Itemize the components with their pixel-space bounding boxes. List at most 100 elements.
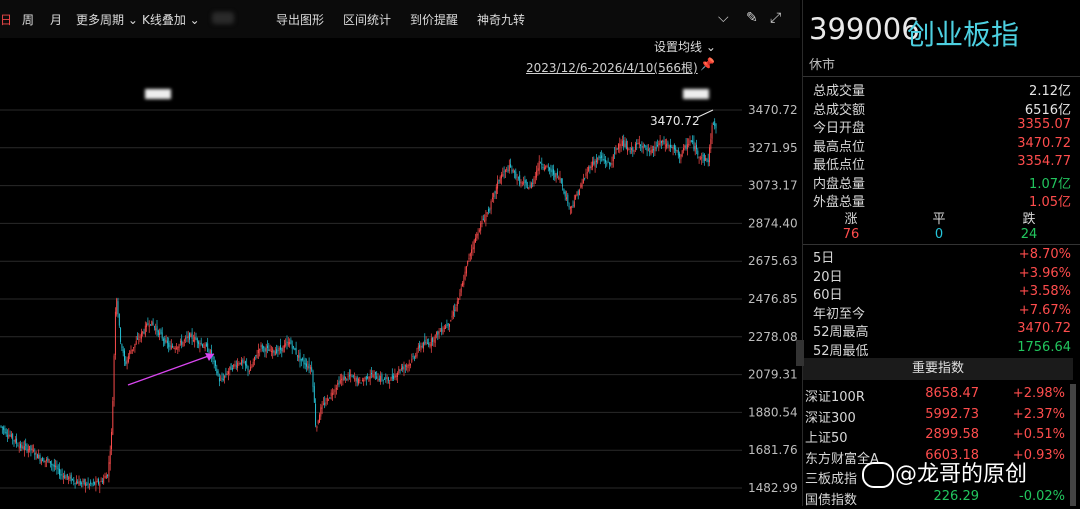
candle-body	[451, 315, 453, 318]
candle-body	[69, 476, 71, 479]
candle-body	[620, 144, 622, 146]
candle-body	[251, 365, 253, 368]
candle-body	[426, 342, 428, 344]
candle-body	[529, 185, 531, 187]
performance-value: +7.67%	[1018, 302, 1071, 318]
candle-body	[710, 139, 712, 150]
candle-body	[480, 223, 482, 231]
candle-body	[183, 339, 185, 342]
candle-body	[207, 343, 209, 352]
candle-body	[651, 149, 653, 153]
index-row[interactable]: 上证50 2899.58 +0.51%	[805, 427, 1071, 447]
candle-body	[196, 338, 198, 343]
candle-body	[208, 352, 210, 354]
candle-body	[623, 140, 625, 147]
indices-scrollbar[interactable]	[1070, 384, 1076, 506]
candle-body	[701, 157, 703, 159]
candle-body	[672, 146, 674, 150]
performance-label: 20日	[813, 269, 843, 285]
candle-body	[686, 144, 688, 149]
candle-body	[230, 363, 232, 370]
candle-body	[322, 403, 324, 405]
candle-body	[683, 147, 684, 151]
candle-body	[290, 339, 292, 344]
index-row[interactable]: 深证100R 8658.47 +2.98%	[805, 386, 1071, 406]
candle-body	[577, 191, 579, 195]
candle-body	[599, 157, 601, 159]
candle-body	[178, 344, 180, 348]
index-row[interactable]: 深证300 5992.73 +2.37%	[805, 407, 1071, 427]
candle-body	[532, 182, 534, 184]
candle-body	[465, 266, 467, 274]
candle-body	[412, 356, 414, 358]
candle-body	[105, 475, 107, 479]
candle-body	[499, 176, 501, 184]
candle-body	[485, 214, 487, 221]
y-tick-label: 2278.08	[748, 330, 798, 344]
candle-body	[673, 144, 675, 150]
candle-body	[3, 427, 5, 430]
candle-body	[567, 194, 569, 204]
candle-body	[507, 169, 509, 172]
annotation-pointer	[697, 109, 714, 118]
candle-body	[218, 377, 220, 382]
candle-body	[298, 355, 300, 358]
candle-body	[295, 347, 297, 355]
candle-body	[272, 348, 274, 353]
divider	[803, 76, 1080, 77]
candle-body	[416, 351, 418, 357]
candle-body	[173, 347, 175, 349]
candle-body	[562, 184, 564, 187]
candle-body	[124, 350, 125, 362]
panel-splitter[interactable]	[796, 340, 804, 366]
candle-body	[0, 425, 2, 427]
candle-body	[690, 140, 692, 142]
candlestick-chart[interactable]: 3470.72 3271.95 3073.17 2874.40 2675.63 2476.…	[0, 0, 800, 506]
candle-body	[566, 197, 567, 200]
candle-body	[534, 176, 536, 178]
candle-body	[78, 481, 80, 486]
index-name: 创业板指	[907, 18, 1020, 51]
quote-value: 3470.72	[1017, 135, 1071, 151]
candle-body	[192, 340, 194, 342]
candle-body	[463, 280, 465, 285]
candle-body	[372, 375, 374, 377]
candle-body	[95, 481, 97, 486]
quote-row: 总成交量 2.12亿	[813, 80, 1071, 99]
candle-body	[57, 468, 59, 470]
candle-body	[16, 438, 18, 444]
candle-body	[428, 342, 430, 345]
candle-body	[450, 320, 452, 322]
candle-body	[460, 288, 462, 293]
candle-body	[374, 371, 376, 375]
candle-body	[88, 484, 90, 486]
candle-body	[74, 482, 76, 484]
candle-body	[186, 337, 188, 339]
candle-body	[299, 352, 301, 362]
candle-body	[274, 351, 276, 356]
candle-body	[18, 446, 20, 449]
candle-body	[164, 338, 166, 344]
index-row-name: 深证100R	[805, 390, 865, 405]
candle-body	[317, 420, 319, 424]
candle-body	[101, 481, 103, 483]
candle-body	[498, 179, 500, 182]
candle-body	[397, 372, 398, 377]
candle-body	[260, 344, 262, 348]
candle-body	[153, 326, 155, 328]
candle-body	[367, 376, 369, 379]
divider	[803, 244, 1080, 245]
y-tick-label: 2476.85	[748, 292, 798, 306]
candle-body	[393, 376, 395, 379]
index-row-name: 上证50	[805, 431, 848, 446]
candle-body	[478, 230, 480, 232]
candle-body	[326, 397, 328, 402]
candle-body	[235, 365, 237, 367]
candle-body	[7, 435, 8, 437]
candle-body	[265, 347, 267, 352]
candle-body	[447, 323, 449, 326]
candle-body	[503, 171, 505, 173]
candle-body	[675, 148, 677, 151]
candle-body	[285, 343, 287, 346]
candle-body	[659, 139, 661, 145]
